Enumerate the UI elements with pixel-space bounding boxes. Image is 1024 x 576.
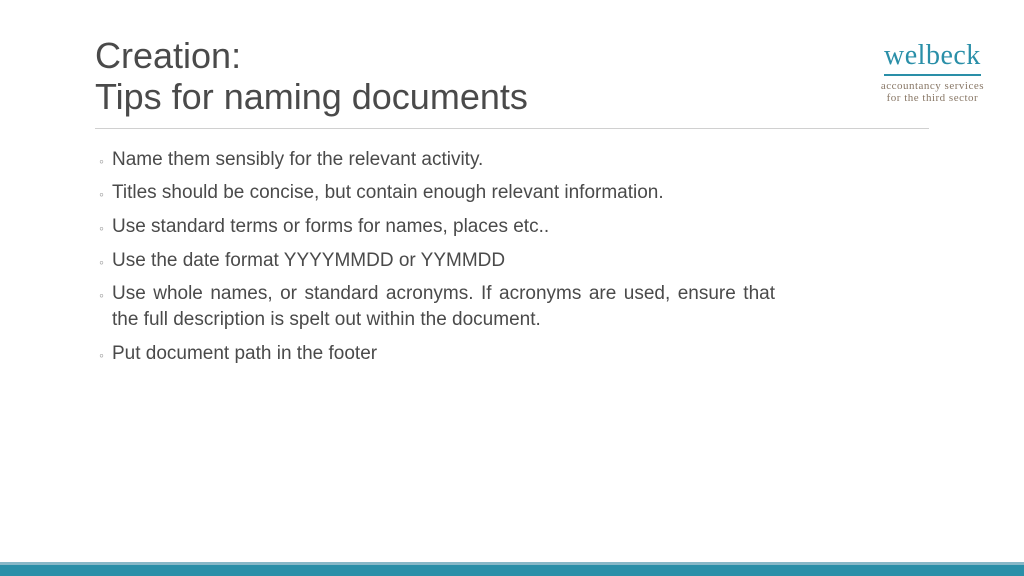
title-divider [95, 128, 929, 129]
header-row: Creation: Tips for naming documents welb… [95, 35, 929, 118]
bullet-icon: ◦ [99, 152, 104, 171]
slide-container: Creation: Tips for naming documents welb… [0, 0, 1024, 576]
logo-tagline-1: accountancy services [881, 80, 984, 92]
title-line-2: Tips for naming documents [95, 76, 881, 117]
list-item: ◦ Use the date format YYYYMMDD or YYMMDD [95, 248, 775, 274]
bullet-text: Use whole names, or standard acronyms. I… [112, 281, 775, 332]
bullet-text: Titles should be concise, but contain en… [112, 180, 775, 206]
bullet-text: Name them sensibly for the relevant acti… [112, 147, 775, 173]
bullet-text: Use standard terms or forms for names, p… [112, 214, 775, 240]
bullet-icon: ◦ [99, 219, 104, 238]
logo-name: welbeck [884, 40, 981, 76]
logo-tagline-2: for the third sector [881, 92, 984, 104]
title-block: Creation: Tips for naming documents [95, 35, 881, 118]
bullet-text: Put document path in the footer [112, 341, 775, 367]
logo: welbeck accountancy services for the thi… [881, 40, 984, 104]
content-area: ◦ Name them sensibly for the relevant ac… [95, 147, 775, 366]
bullet-text: Use the date format YYYYMMDD or YYMMDD [112, 248, 775, 274]
list-item: ◦ Use standard terms or forms for names,… [95, 214, 775, 240]
bullet-icon: ◦ [99, 286, 104, 305]
title-line-1: Creation: [95, 35, 881, 76]
footer-bar [0, 562, 1024, 576]
list-item: ◦ Use whole names, or standard acronyms.… [95, 281, 775, 332]
list-item: ◦ Put document path in the footer [95, 341, 775, 367]
list-item: ◦ Titles should be concise, but contain … [95, 180, 775, 206]
bullet-icon: ◦ [99, 346, 104, 365]
list-item: ◦ Name them sensibly for the relevant ac… [95, 147, 775, 173]
bullet-icon: ◦ [99, 185, 104, 204]
bullet-icon: ◦ [99, 253, 104, 272]
